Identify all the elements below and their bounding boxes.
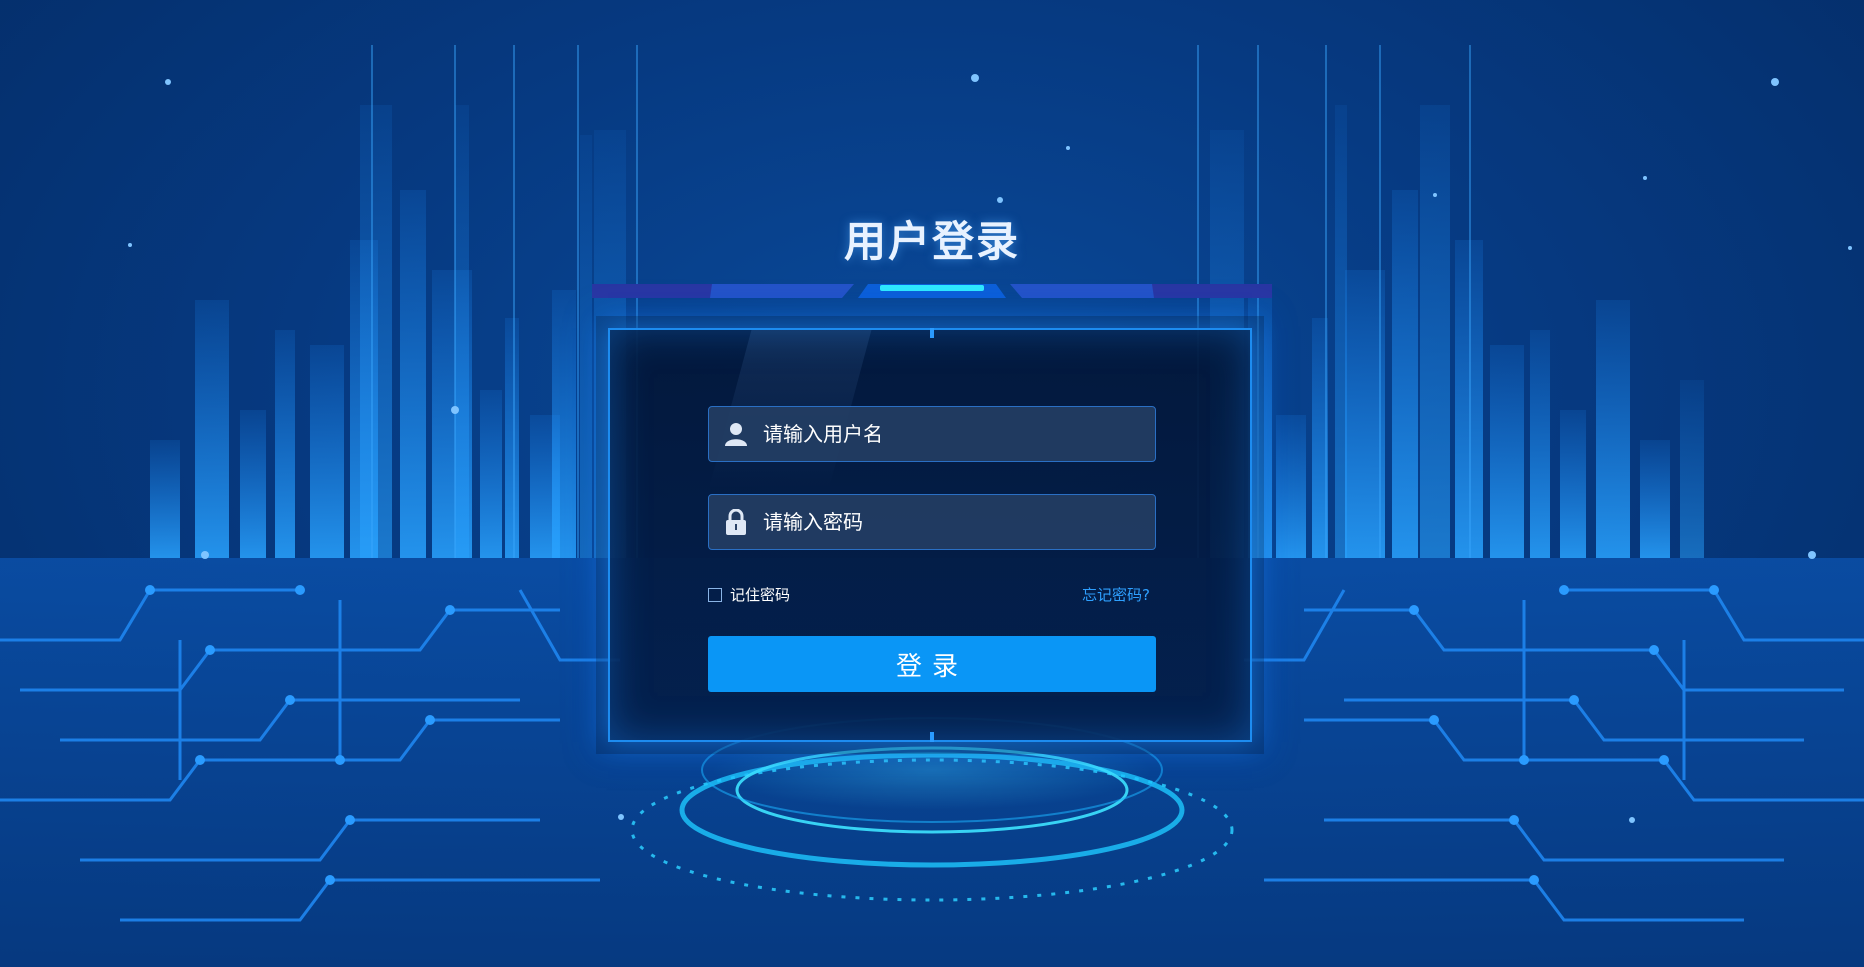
remember-checkbox[interactable] bbox=[708, 587, 722, 602]
forgot-password-link[interactable]: 忘记密码? bbox=[1082, 584, 1150, 605]
username-input[interactable] bbox=[763, 407, 1155, 461]
title-decoration bbox=[592, 284, 1272, 298]
panel-tick-bottom bbox=[930, 732, 934, 742]
login-panel: 记住密码 忘记密码? 登录 bbox=[608, 328, 1252, 742]
user-icon bbox=[723, 421, 749, 447]
password-field[interactable] bbox=[708, 494, 1156, 550]
remember-password[interactable]: 记住密码 bbox=[708, 584, 790, 605]
page-title: 用户登录 bbox=[843, 217, 1020, 266]
login-page: 用户登录 请输入用户名 记住密码 忘记密码? 登录 bbox=[0, 0, 1864, 967]
username-field[interactable] bbox=[708, 406, 1156, 462]
panel-tick-top bbox=[930, 328, 934, 338]
login-button[interactable]: 登录 bbox=[708, 636, 1156, 692]
password-input[interactable] bbox=[763, 495, 1155, 549]
lock-icon bbox=[723, 509, 749, 535]
remember-label: 记住密码 bbox=[730, 586, 791, 604]
